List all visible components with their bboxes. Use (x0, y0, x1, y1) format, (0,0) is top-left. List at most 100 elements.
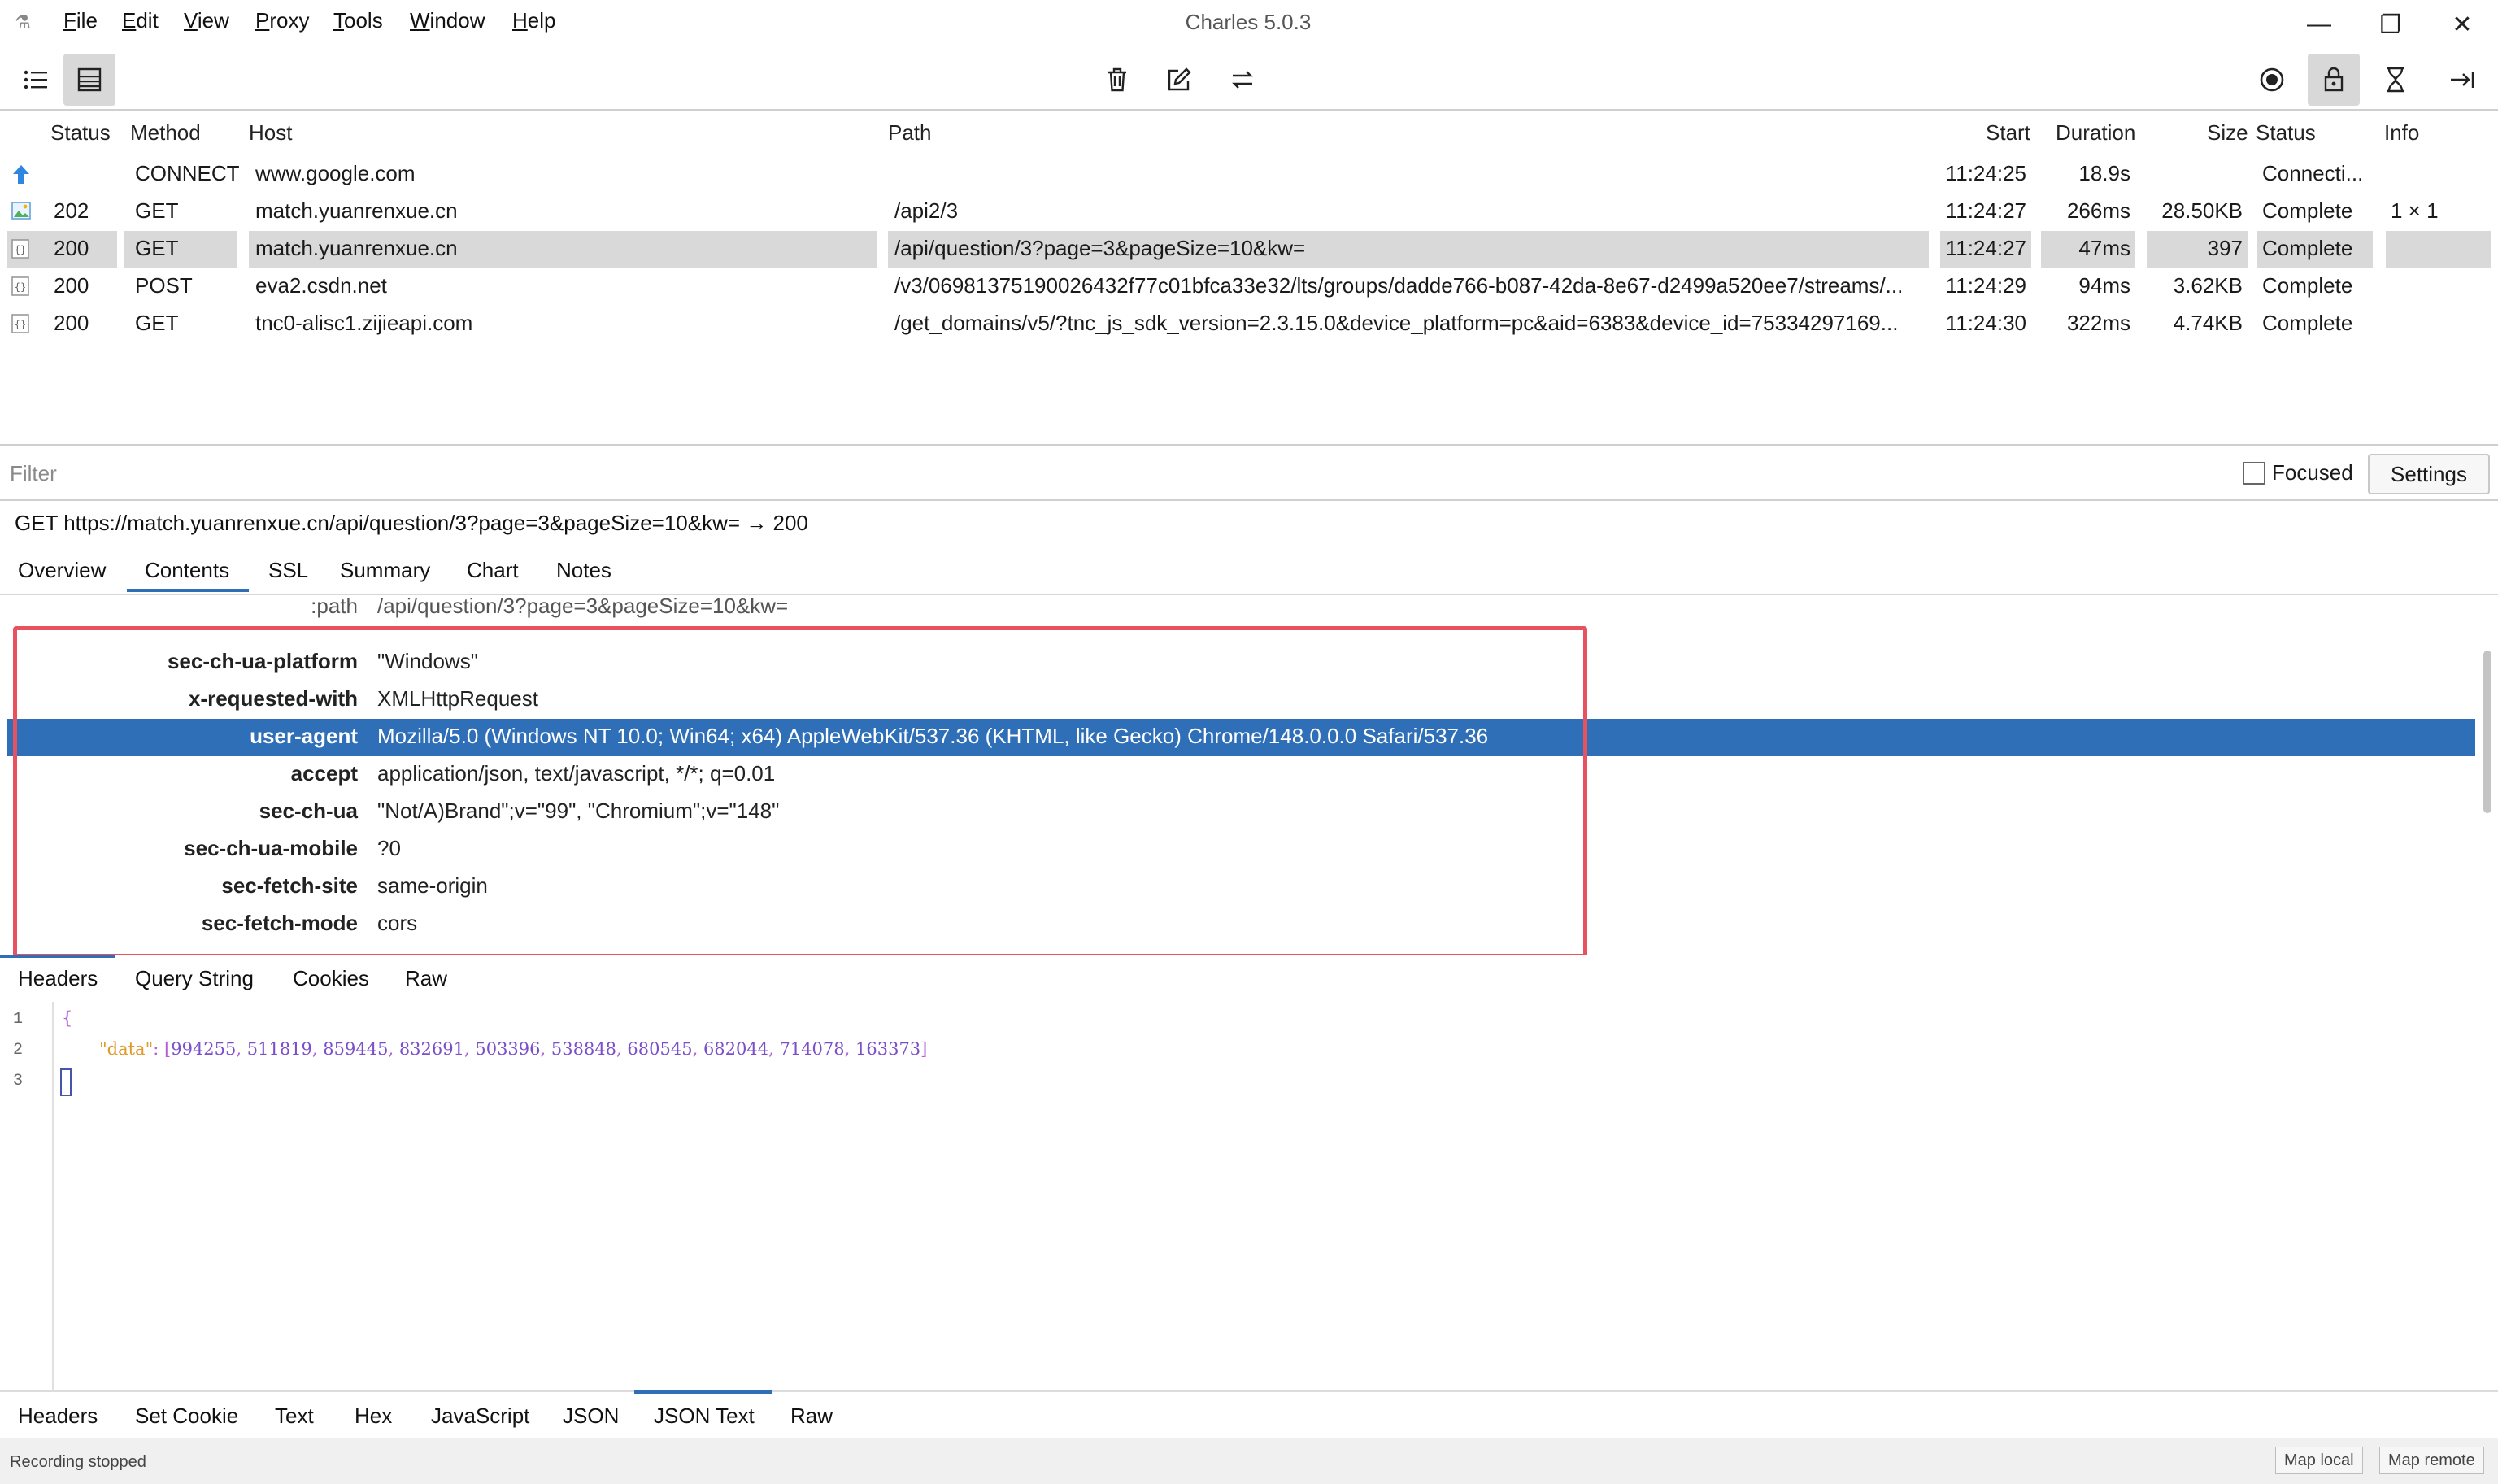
close-icon[interactable]: ✕ (2430, 3, 2495, 46)
tab-hex[interactable]: Hex (355, 1403, 392, 1429)
menu-help[interactable]: Help (512, 8, 555, 33)
col-method[interactable]: Method (130, 120, 201, 146)
tab-contents[interactable]: Contents (145, 558, 229, 583)
tab-ssl[interactable]: SSL (268, 558, 308, 583)
menu-edit[interactable]: Edit (122, 8, 159, 33)
json-number: 859445 (323, 1039, 389, 1059)
header-value[interactable]: application/json, text/javascript, */*; … (377, 761, 775, 786)
header-value[interactable]: "Windows" (377, 649, 478, 674)
filter-input[interactable] (8, 459, 987, 488)
text-cursor-brace (60, 1068, 72, 1096)
menu-file[interactable]: File (63, 8, 98, 33)
cell-state: Complete (2262, 198, 2353, 223)
map-remote-button[interactable]: Map remote (2379, 1447, 2484, 1474)
cell-duration: 47ms (2078, 236, 2130, 260)
table-row[interactable]: {} 200 GET tnc0-alisc1.zijieapi.com /get… (0, 306, 2498, 343)
table-row[interactable]: {} 200 POST eva2.csdn.net /v3/0698137519… (0, 268, 2498, 306)
sessions-table: Status Method Host Path Start Duration S… (0, 111, 2498, 446)
header-value[interactable]: ?0 (377, 836, 401, 861)
trash-icon[interactable] (1091, 54, 1143, 106)
cell-start: 11:24:30 (1945, 311, 2026, 335)
tab-raw[interactable]: Raw (790, 1403, 833, 1429)
tab-headers[interactable]: Headers (18, 966, 98, 991)
json-file-icon: {} (11, 239, 31, 260)
header-key[interactable]: accept (8, 761, 358, 786)
col-duration[interactable]: Duration (2056, 120, 2135, 146)
cell-size: 3.62KB (2173, 273, 2243, 298)
tab-json-text[interactable]: JSON Text (654, 1403, 755, 1429)
record-icon[interactable] (2246, 54, 2298, 106)
settings-button[interactable]: Settings (2368, 454, 2490, 494)
col-path[interactable]: Path (888, 120, 932, 146)
cell-duration: 94ms (2078, 273, 2130, 298)
vertical-scrollbar[interactable] (2483, 651, 2491, 813)
table-row-selected[interactable]: {} 200 GET match.yuanrenxue.cn /api/ques… (0, 231, 2498, 268)
repeat-icon[interactable] (1216, 54, 1269, 106)
tab-chart[interactable]: Chart (467, 558, 519, 583)
json-number: 163373 (855, 1039, 921, 1059)
table-row[interactable]: CONNECT www.google.com 11:24:25 18.9s Co… (0, 156, 2498, 194)
tab-set-cookie[interactable]: Set Cookie (135, 1403, 238, 1429)
col-state[interactable]: Status (2256, 120, 2316, 146)
header-key[interactable]: x-requested-with (8, 686, 358, 712)
cell-status: 200 (54, 236, 89, 260)
structure-view-icon[interactable] (10, 54, 62, 106)
restore-icon[interactable]: ❐ (2358, 3, 2423, 46)
col-size[interactable]: Size (2207, 120, 2248, 146)
header-key[interactable]: sec-ch-ua-platform (8, 649, 358, 674)
table-row[interactable]: 202 GET match.yuanrenxue.cn /api2/3 11:2… (0, 194, 2498, 231)
sequence-view-icon[interactable] (63, 54, 115, 106)
menu-view[interactable]: View (184, 8, 229, 33)
cell-method: POST (135, 273, 193, 298)
col-info[interactable]: Info (2384, 120, 2419, 146)
ssl-proxy-lock-icon[interactable] (2308, 54, 2360, 106)
tab-raw[interactable]: Raw (405, 966, 447, 991)
tab-cookies[interactable]: Cookies (293, 966, 369, 991)
header-value[interactable]: XMLHttpRequest (377, 686, 538, 712)
header-value-selected[interactable]: Mozilla/5.0 (Windows NT 10.0; Win64; x64… (377, 724, 1488, 749)
tab-overview[interactable]: Overview (18, 558, 106, 583)
tab-javascript[interactable]: JavaScript (431, 1403, 529, 1429)
tab-query-string[interactable]: Query String (135, 966, 254, 991)
tab-notes[interactable]: Notes (556, 558, 611, 583)
menu-window[interactable]: Window (410, 8, 485, 33)
header-key[interactable]: sec-ch-ua-mobile (8, 836, 358, 861)
breakpoints-arrow-icon[interactable] (2436, 54, 2488, 106)
toolbar (0, 50, 2498, 111)
detail-tabs: Overview Contents SSL Summary Chart Note… (0, 553, 2498, 594)
header-value[interactable]: cors (377, 911, 417, 936)
json-file-icon: {} (11, 276, 31, 298)
cell-status: 200 (54, 273, 89, 298)
compose-icon[interactable] (1153, 54, 1205, 106)
status-bar: Recording stopped Map local Map remote (0, 1438, 2498, 1484)
json-close-bracket: ] (920, 1039, 928, 1059)
header-key[interactable]: sec-fetch-mode (8, 911, 358, 936)
header-key[interactable]: sec-ch-ua (8, 799, 358, 824)
cell-size: 397 (2207, 236, 2243, 260)
active-tab-indicator (0, 955, 115, 958)
col-status[interactable]: Status (50, 120, 111, 146)
tab-summary[interactable]: Summary (340, 558, 430, 583)
json-text-view[interactable]: 1 2 3 { "data": [994255, 511819, 859445,… (0, 1002, 2498, 1390)
tab-text[interactable]: Text (275, 1403, 314, 1429)
line-number: 1 (13, 1010, 24, 1029)
map-local-button[interactable]: Map local (2275, 1447, 2363, 1474)
col-start[interactable]: Start (1986, 120, 2030, 146)
col-host[interactable]: Host (249, 120, 292, 146)
cell-method: CONNECT (135, 161, 240, 185)
header-value: /api/question/3?page=3&pageSize=10&kw= (377, 594, 789, 618)
cell-start: 11:24:29 (1945, 273, 2026, 298)
menu-tools[interactable]: Tools (333, 8, 383, 33)
header-value[interactable]: "Not/A)Brand";v="99", "Chromium";v="148" (377, 799, 779, 824)
cell-method: GET (135, 311, 179, 335)
menu-proxy[interactable]: Proxy (255, 8, 309, 33)
focused-checkbox[interactable] (2243, 462, 2265, 485)
header-key[interactable]: sec-fetch-site (8, 873, 358, 899)
header-key-selected[interactable]: user-agent (8, 724, 358, 749)
recording-status: Recording stopped (10, 1453, 146, 1471)
header-value[interactable]: same-origin (377, 873, 488, 899)
throttle-hourglass-icon[interactable] (2370, 54, 2422, 106)
minimize-icon[interactable]: — (2287, 3, 2352, 46)
tab-json[interactable]: JSON (563, 1403, 619, 1429)
tab-headers[interactable]: Headers (18, 1403, 98, 1429)
